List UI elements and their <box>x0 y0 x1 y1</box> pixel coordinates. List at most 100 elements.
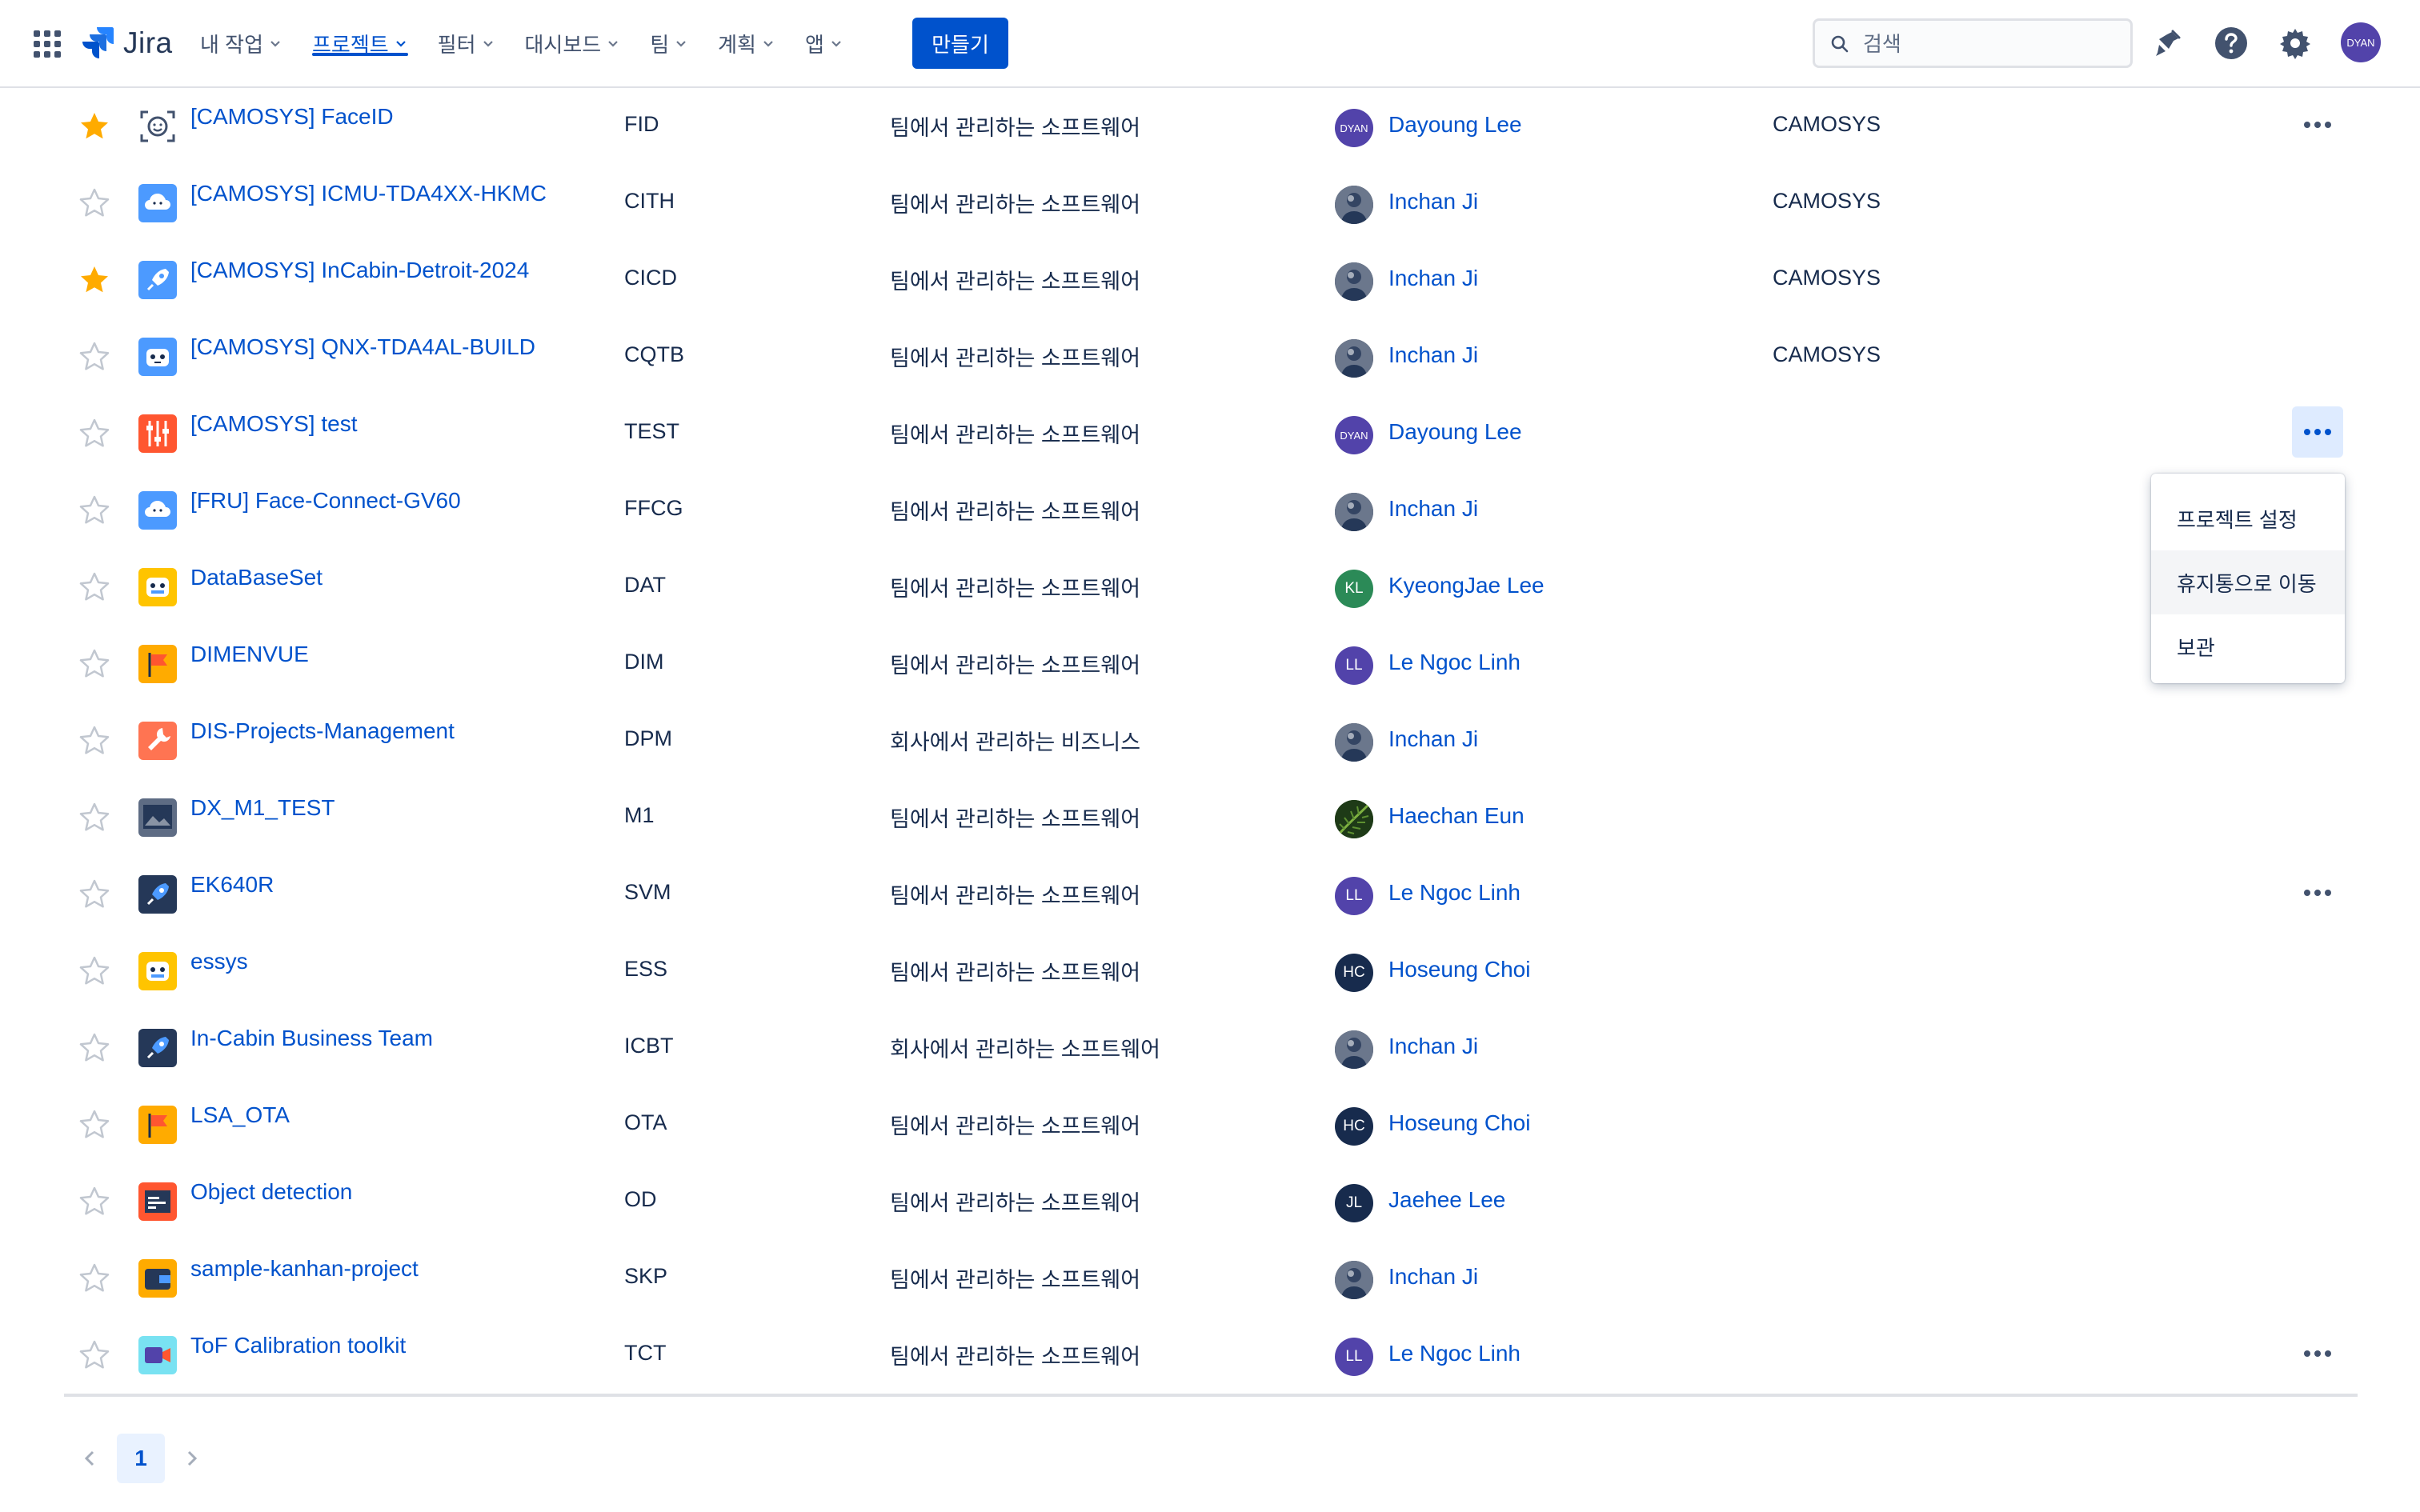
project-name-link[interactable]: [CAMOSYS] InCabin-Detroit-2024 <box>190 258 529 283</box>
project-name-link[interactable]: [CAMOSYS] QNX-TDA4AL-BUILD <box>190 334 535 360</box>
star-outline-icon[interactable] <box>78 725 110 757</box>
lead-name-link[interactable]: Inchan Ji <box>1388 496 1478 522</box>
photo-icon <box>138 798 177 837</box>
lead-name-link[interactable]: Inchan Ji <box>1388 266 1478 291</box>
lead-name-link[interactable]: Hoseung Choi <box>1388 1110 1530 1136</box>
create-button[interactable]: 만들기 <box>912 18 1008 69</box>
project-key: SKP <box>624 1264 668 1288</box>
logo-text: Jira <box>123 26 173 59</box>
project-name-link[interactable]: sample-kanhan-project <box>190 1256 419 1282</box>
table-row: [CAMOSYS] FaceID FID 팀에서 관리하는 소프트웨어 DYAN… <box>0 88 2420 165</box>
project-name-link[interactable]: In-Cabin Business Team <box>190 1026 433 1051</box>
lead-name-link[interactable]: Inchan Ji <box>1388 726 1478 752</box>
lead-name-link[interactable]: Haechan Eun <box>1388 803 1525 829</box>
search-box[interactable] <box>1813 18 2133 68</box>
nav-teams[interactable]: 팀 <box>650 0 688 86</box>
project-type: 회사에서 관리하는 비즈니스 <box>890 730 1141 754</box>
project-name-link[interactable]: DX_M1_TEST <box>190 795 335 821</box>
lead-name-link[interactable]: Inchan Ji <box>1388 1034 1478 1059</box>
project-name-link[interactable]: LSA_OTA <box>190 1102 290 1128</box>
project-name-link[interactable]: DIS-Projects-Management <box>190 718 455 744</box>
project-name-link[interactable]: essys <box>190 949 248 974</box>
star-outline-icon[interactable] <box>78 187 110 219</box>
lead-name-link[interactable]: Hoseung Choi <box>1388 957 1530 982</box>
project-type: 팀에서 관리하는 소프트웨어 <box>890 1114 1141 1138</box>
lead-name-link[interactable]: Inchan Ji <box>1388 342 1478 368</box>
nav-plans[interactable]: 계획 <box>718 0 775 86</box>
previous-page-chevron-icon[interactable] <box>72 1434 107 1483</box>
star-outline-icon[interactable] <box>78 1262 110 1294</box>
lead-name-link[interactable]: Le Ngoc Linh <box>1388 650 1521 675</box>
table-row: ToF Calibration toolkit TCT 팀에서 관리하는 소프트… <box>0 1317 2420 1394</box>
star-filled-icon[interactable] <box>78 110 110 142</box>
project-type: 팀에서 관리하는 소프트웨어 <box>890 654 1141 678</box>
settings-gear-icon[interactable] <box>2274 22 2316 64</box>
project-name-link[interactable]: Object detection <box>190 1179 352 1205</box>
jira-logo[interactable]: Jira <box>80 22 173 64</box>
robot-yellow-icon <box>138 952 177 990</box>
cloud-icon <box>138 184 177 222</box>
star-filled-icon[interactable] <box>78 264 110 296</box>
page-number-current[interactable]: 1 <box>117 1434 165 1483</box>
sliders-icon <box>138 414 177 453</box>
lead-avatar <box>1335 186 1373 224</box>
project-type: 팀에서 관리하는 소프트웨어 <box>890 807 1141 831</box>
nav-label: 앱 <box>804 32 824 57</box>
table-row: sample-kanhan-project SKP 팀에서 관리하는 소프트웨어… <box>0 1240 2420 1317</box>
nav-apps[interactable]: 앱 <box>805 0 843 86</box>
lead-name-link[interactable]: Inchan Ji <box>1388 1264 1478 1290</box>
project-type: 팀에서 관리하는 소프트웨어 <box>890 423 1141 447</box>
lead-name-link[interactable]: KyeongJae Lee <box>1388 573 1545 598</box>
nav-dashboards[interactable]: 대시보드 <box>525 0 621 86</box>
star-outline-icon[interactable] <box>78 418 110 450</box>
jira-logo-icon <box>82 27 114 58</box>
nav-my-work[interactable]: 내 작업 <box>200 0 282 86</box>
star-outline-icon[interactable] <box>78 648 110 680</box>
nav-projects[interactable]: 프로젝트 <box>311 0 408 86</box>
star-outline-icon[interactable] <box>78 802 110 834</box>
star-outline-icon[interactable] <box>78 1186 110 1218</box>
project-name-link[interactable]: [CAMOSYS] FaceID <box>190 104 394 130</box>
user-avatar[interactable]: DYAN <box>2341 22 2381 62</box>
rocket-icon <box>138 261 177 299</box>
star-outline-icon[interactable] <box>78 1109 110 1141</box>
more-actions-button[interactable] <box>2292 1328 2343 1379</box>
more-actions-menu: 프로젝트 설정 휴지통으로 이동 보관 <box>2151 474 2345 683</box>
pagination: 1 <box>72 1434 210 1483</box>
project-name-link[interactable]: ToF Calibration toolkit <box>190 1333 406 1358</box>
lead-name-link[interactable]: Inchan Ji <box>1388 189 1478 214</box>
star-outline-icon[interactable] <box>78 341 110 373</box>
project-name-link[interactable]: EK640R <box>190 872 274 898</box>
project-key: CICD <box>624 266 677 290</box>
project-name-link[interactable]: [CAMOSYS] test <box>190 411 358 437</box>
project-name-link[interactable]: DataBaseSet <box>190 565 323 590</box>
lead-name-link[interactable]: Le Ngoc Linh <box>1388 880 1521 906</box>
project-name-link[interactable]: DIMENVUE <box>190 642 309 667</box>
notifications-icon[interactable] <box>2146 22 2188 64</box>
more-actions-button[interactable] <box>2292 406 2343 458</box>
app-switcher-icon[interactable] <box>34 30 61 58</box>
lead-avatar <box>1335 1261 1373 1299</box>
project-key: TEST <box>624 419 680 443</box>
lead-name-link[interactable]: Dayoung Lee <box>1388 419 1522 445</box>
lead-name-link[interactable]: Dayoung Lee <box>1388 112 1522 138</box>
lead-name-link[interactable]: Jaehee Lee <box>1388 1187 1505 1213</box>
star-outline-icon[interactable] <box>78 494 110 526</box>
project-name-link[interactable]: [CAMOSYS] ICMU-TDA4XX-HKMC <box>190 181 547 206</box>
nav-filters[interactable]: 필터 <box>438 0 495 86</box>
menu-item-project-settings[interactable]: 프로젝트 설정 <box>2151 486 2345 550</box>
star-outline-icon[interactable] <box>78 1032 110 1064</box>
more-actions-button[interactable] <box>2292 99 2343 150</box>
star-outline-icon[interactable] <box>78 571 110 603</box>
search-input[interactable] <box>1861 29 2121 59</box>
menu-item-move-to-trash[interactable]: 휴지통으로 이동 <box>2151 550 2345 614</box>
project-name-link[interactable]: [FRU] Face-Connect-GV60 <box>190 488 461 514</box>
star-outline-icon[interactable] <box>78 955 110 987</box>
menu-item-archive[interactable]: 보관 <box>2151 614 2345 678</box>
next-page-chevron-icon[interactable] <box>174 1434 210 1483</box>
star-outline-icon[interactable] <box>78 1339 110 1371</box>
more-actions-button[interactable] <box>2292 867 2343 918</box>
lead-name-link[interactable]: Le Ngoc Linh <box>1388 1341 1521 1366</box>
help-icon[interactable] <box>2210 22 2252 64</box>
star-outline-icon[interactable] <box>78 878 110 910</box>
